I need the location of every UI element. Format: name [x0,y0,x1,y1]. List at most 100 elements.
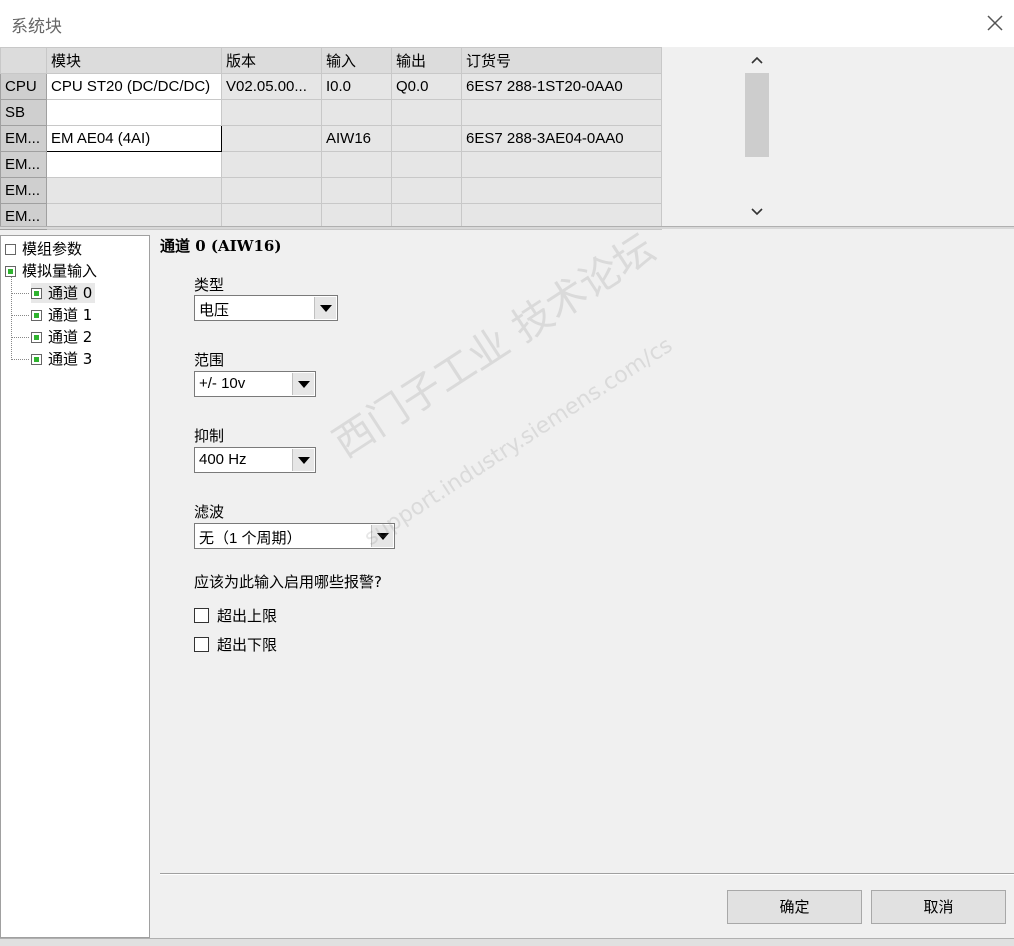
row-slot-label[interactable]: EM... [0,125,47,152]
chevron-up-icon[interactable] [750,53,764,67]
module-table-area: 模块 版本 输入 输出 订货号 CPU CPU ST20 (DC/DC/DC) … [0,47,1014,230]
module-cell[interactable] [46,151,222,178]
checked-box-icon [31,310,42,321]
tree-item-label: 模组参数 [22,240,83,258]
table-scrollbar[interactable] [744,47,770,225]
tree-item-analog-input[interactable]: 模拟量输入 [5,261,97,281]
checked-box-icon [5,266,16,277]
dropdown-arrow-icon[interactable] [371,525,393,547]
title-bar: 系统块 [0,0,1014,47]
column-header-output[interactable]: 输出 [391,47,462,74]
type-select-value: 电压 [199,302,230,319]
version-cell [221,177,322,204]
scrollbar-thumb[interactable] [745,73,769,157]
row-slot-label[interactable]: CPU [0,73,47,100]
checkbox-icon[interactable] [194,608,209,623]
table-row[interactable]: EM... [0,151,662,178]
ok-button[interactable]: 确定 [727,890,862,924]
checkbox-icon [5,244,16,255]
range-label: 范围 [194,351,225,369]
window-title: 系统块 [11,17,62,37]
tree-connector [11,293,29,294]
column-header-order-number[interactable]: 订货号 [461,47,662,74]
rejection-select[interactable]: 400 Hz [194,447,316,473]
checked-box-icon [31,332,42,343]
background-window-strip [0,938,1014,946]
tree-connector [11,337,29,338]
column-header-module[interactable]: 模块 [46,47,222,74]
column-header-slot [0,47,47,74]
lower-limit-label: 超出下限 [217,636,278,654]
row-slot-label[interactable]: EM... [0,177,47,204]
module-table: 模块 版本 输入 输出 订货号 CPU CPU ST20 (DC/DC/DC) … [0,47,662,230]
module-cell[interactable]: CPU ST20 (DC/DC/DC) [46,73,222,100]
filter-select-value: 无（1 个周期） [199,530,302,547]
filter-select[interactable]: 无（1 个周期） [194,523,395,549]
module-cell-selected[interactable]: EM AE04 (4AI) [46,125,222,152]
chevron-down-icon[interactable] [750,205,764,219]
type-select[interactable]: 电压 [194,295,338,321]
table-row[interactable]: EM... [0,177,662,204]
column-header-version[interactable]: 版本 [221,47,322,74]
close-icon[interactable] [982,10,1008,36]
parameter-tree: 模组参数 模拟量输入 通道 0 通道 1 通道 2 通道 3 [0,235,150,938]
checked-box-icon [31,288,42,299]
table-row[interactable]: SB [0,99,662,126]
range-select-value: +/- 10v [199,375,246,392]
tree-item-channel-2[interactable]: 通道 2 [31,327,92,347]
version-cell [221,151,322,178]
divider [160,873,1014,875]
output-cell [391,151,462,178]
alarm-question: 应该为此输入启用哪些报警? [194,573,382,591]
version-cell [221,125,322,152]
tree-item-label: 通道 1 [48,306,93,324]
column-header-input[interactable]: 输入 [321,47,392,74]
input-cell [321,177,392,204]
row-slot-label[interactable]: SB [0,99,47,126]
tree-connector [11,315,29,316]
range-select[interactable]: +/- 10v [194,371,316,397]
tree-item-label: 通道 0 [48,284,93,302]
upper-limit-label: 超出上限 [217,607,278,625]
dropdown-arrow-icon[interactable] [292,373,314,395]
output-cell [391,125,462,152]
filter-label: 滤波 [194,503,225,521]
dropdown-arrow-icon[interactable] [292,449,314,471]
order-number-cell: 6ES7 288-3AE04-0AA0 [461,125,662,152]
order-number-cell [461,151,662,178]
version-cell [221,99,322,126]
tree-item-channel-3[interactable]: 通道 3 [31,349,92,369]
order-number-cell: 6ES7 288-1ST20-0AA0 [461,73,662,100]
input-cell: AIW16 [321,125,392,152]
tree-item-channel-1[interactable]: 通道 1 [31,305,92,325]
input-cell [321,99,392,126]
cancel-button[interactable]: 取消 [871,890,1006,924]
tree-item-channel-0[interactable]: 通道 0 [31,283,96,303]
tree-item-label: 模拟量输入 [22,262,98,280]
panel-heading: 通道 0 (AIW16) [160,237,282,255]
tree-item-label: 通道 2 [48,328,93,346]
tree-item-module-params[interactable]: 模组参数 [5,239,82,259]
table-row[interactable]: CPU CPU ST20 (DC/DC/DC) V02.05.00... I0.… [0,73,662,100]
channel-settings-panel: 通道 0 (AIW16) 类型 电压 范围 +/- 10v 抑制 400 Hz … [150,229,1014,946]
table-row[interactable]: EM... EM AE04 (4AI) AIW16 6ES7 288-3AE04… [0,125,662,152]
type-label: 类型 [194,276,225,294]
order-number-cell [461,177,662,204]
checkbox-icon[interactable] [194,637,209,652]
row-slot-label[interactable]: EM... [0,151,47,178]
rejection-label: 抑制 [194,427,225,445]
checked-box-icon [31,354,42,365]
module-cell[interactable] [46,177,222,204]
input-cell [321,151,392,178]
upper-limit-checkbox[interactable]: 超出上限 [194,605,277,626]
output-cell: Q0.0 [391,73,462,100]
table-header-row: 模块 版本 输入 输出 订货号 [0,47,662,74]
output-cell [391,177,462,204]
tree-connector [11,359,29,360]
lower-limit-checkbox[interactable]: 超出下限 [194,634,277,655]
input-cell: I0.0 [321,73,392,100]
dropdown-arrow-icon[interactable] [314,297,336,319]
module-cell[interactable] [46,99,222,126]
version-cell: V02.05.00... [221,73,322,100]
output-cell [391,99,462,126]
